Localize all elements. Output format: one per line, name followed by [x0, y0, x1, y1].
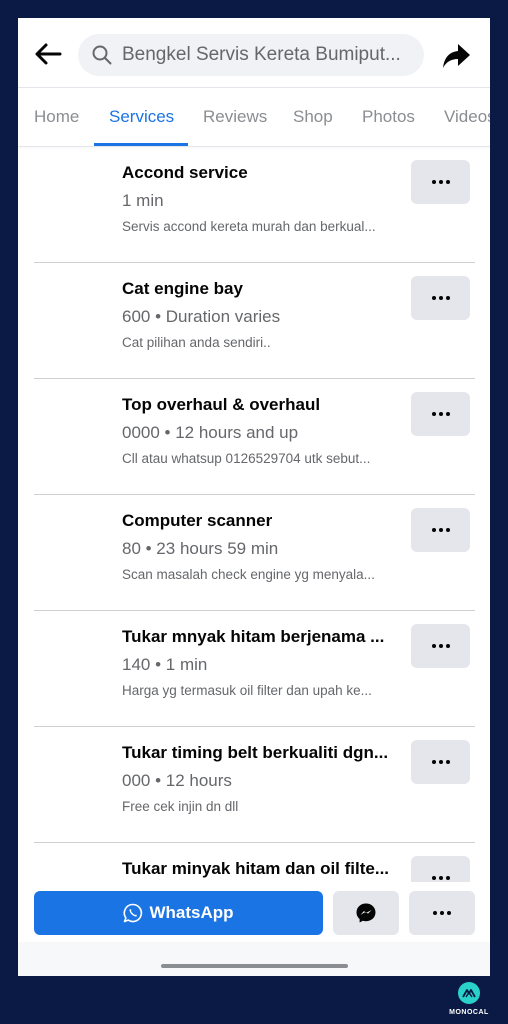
more-icon — [431, 760, 450, 764]
phone-screen: Bengkel Servis Kereta Bumiput... Home Se… — [18, 18, 490, 976]
service-title: Computer scanner — [122, 511, 273, 530]
service-title: Cat engine bay — [122, 279, 243, 298]
service-item[interactable]: Accond service 1 min Servis accond keret… — [34, 147, 475, 263]
service-meta: 600 • Duration varies — [122, 307, 281, 326]
action-bar: WhatsApp — [18, 882, 490, 942]
service-more-button[interactable] — [411, 160, 470, 204]
share-icon — [443, 44, 470, 68]
service-more-button[interactable] — [411, 392, 470, 436]
service-item[interactable]: Tukar minyak hitam dan oil filte... — [34, 843, 475, 882]
service-title: Tukar mnyak hitam berjenama ... — [122, 627, 385, 646]
top-bar: Bengkel Servis Kereta Bumiput... — [18, 18, 490, 88]
messenger-icon — [356, 903, 376, 923]
whatsapp-icon — [123, 903, 143, 923]
service-item[interactable]: Computer scanner 80 • 23 hours 59 min Sc… — [34, 495, 475, 611]
whatsapp-label: WhatsApp — [149, 903, 234, 922]
more-icon — [431, 644, 450, 648]
service-meta: 1 min — [122, 191, 164, 210]
tab-reviews[interactable]: Reviews — [203, 88, 267, 146]
service-meta: 140 • 1 min — [122, 655, 208, 674]
monocal-logo-icon — [458, 982, 480, 1004]
service-title: Tukar minyak hitam dan oil filte... — [122, 859, 390, 878]
tab-shop[interactable]: Shop — [293, 88, 333, 146]
watermark-text: MONOCAL — [449, 1009, 489, 1016]
tab-photos[interactable]: Photos — [362, 88, 415, 146]
search-input[interactable]: Bengkel Servis Kereta Bumiput... — [78, 34, 424, 76]
search-icon — [92, 45, 112, 65]
service-more-button[interactable] — [411, 740, 470, 784]
more-icon — [433, 911, 451, 915]
service-title: Top overhaul & overhaul — [122, 395, 321, 414]
service-description: Scan masalah check engine yg menyala... — [122, 567, 375, 582]
watermark: MONOCAL — [446, 982, 492, 1016]
back-button[interactable] — [32, 38, 64, 70]
home-indicator[interactable] — [161, 964, 348, 968]
service-description: Cll atau whatsup 0126529704 utk sebut... — [122, 451, 371, 466]
service-more-button[interactable] — [411, 624, 470, 668]
share-button[interactable] — [440, 40, 472, 72]
tab-bar: Home Services Reviews Shop Photos Videos — [18, 88, 490, 146]
service-more-button[interactable] — [411, 508, 470, 552]
service-more-button[interactable] — [411, 856, 470, 882]
more-icon — [431, 296, 450, 300]
tab-home[interactable]: Home — [34, 88, 79, 146]
whatsapp-button[interactable]: WhatsApp — [34, 891, 323, 935]
service-meta: 000 • 12 hours — [122, 771, 232, 790]
tab-videos[interactable]: Videos — [444, 88, 490, 146]
tab-services[interactable]: Services — [109, 88, 174, 146]
arrow-left-icon — [35, 43, 62, 65]
service-description: Cat pilihan anda sendiri.. — [122, 335, 271, 350]
system-nav-area — [18, 942, 490, 976]
service-item[interactable]: Tukar timing belt berkualiti dgn... 000 … — [34, 727, 475, 843]
more-actions-button[interactable] — [409, 891, 475, 935]
service-title: Tukar timing belt berkualiti dgn... — [122, 743, 389, 762]
messenger-button[interactable] — [333, 891, 399, 935]
service-description: Free cek injin dn dll — [122, 799, 239, 814]
service-more-button[interactable] — [411, 276, 470, 320]
service-meta: 80 • 23 hours 59 min — [122, 539, 279, 558]
service-title: Accond service — [122, 163, 248, 182]
search-text: Bengkel Servis Kereta Bumiput... — [122, 44, 401, 65]
services-list: Accond service 1 min Servis accond keret… — [18, 147, 490, 882]
service-meta: 0000 • 12 hours and up — [122, 423, 299, 442]
more-icon — [431, 180, 450, 184]
more-icon — [431, 876, 450, 880]
service-item[interactable]: Cat engine bay 600 • Duration varies Cat… — [34, 263, 475, 379]
service-description: Servis accond kereta murah dan berkual..… — [122, 219, 376, 234]
more-icon — [431, 412, 450, 416]
more-icon — [431, 528, 450, 532]
service-item[interactable]: Tukar mnyak hitam berjenama ... 140 • 1 … — [34, 611, 475, 727]
service-description: Harga yg termasuk oil filter dan upah ke… — [122, 683, 372, 698]
service-item[interactable]: Top overhaul & overhaul 0000 • 12 hours … — [34, 379, 475, 495]
